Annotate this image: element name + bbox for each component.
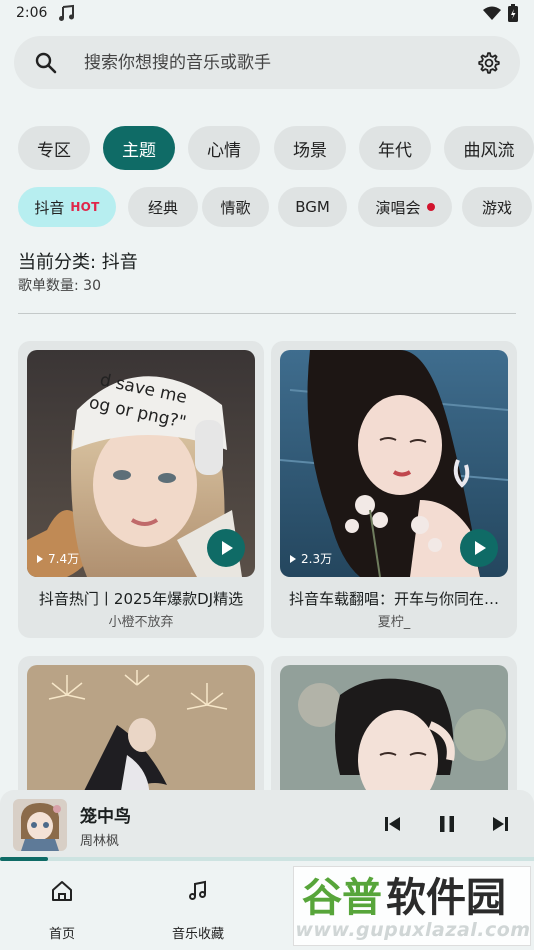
gear-icon[interactable] — [477, 51, 501, 75]
playlist-card[interactable]: d save me og or png?" 7.4万 抖音热门丨2025年爆款D… — [18, 341, 264, 638]
music-note-icon — [59, 4, 74, 21]
tag-label: BGM — [295, 198, 330, 216]
play-count: 7.4万 — [37, 550, 79, 567]
svg-text:软件园: 软件园 — [386, 875, 506, 919]
playlist-card[interactable]: 2.3万 抖音车载翻唱：开车与你同在… 夏柠_ — [271, 341, 517, 638]
previous-track-icon[interactable] — [382, 813, 404, 835]
play-button[interactable] — [207, 529, 245, 567]
wifi-icon — [483, 6, 501, 20]
category-tabs: 专区 主题 心情 场景 年代 曲风流 — [18, 126, 534, 170]
now-playing-title: 笼中鸟 — [80, 807, 131, 827]
home-icon — [52, 881, 72, 901]
status-time: 2:06 — [16, 5, 48, 21]
mini-player[interactable]: 笼中鸟 周林枫 — [0, 790, 534, 858]
tag-chip-games[interactable]: 游戏 — [462, 187, 532, 227]
svg-text:谷普: 谷普 — [302, 875, 382, 919]
watermark-logo: 谷普 软件园 — [302, 875, 506, 919]
tag-chips: 抖音 HOT 经典 情歌 BGM 演唱会 游戏 — [18, 187, 534, 227]
nav-label: 首页 — [48, 927, 75, 942]
now-playing-artist: 周林枫 — [80, 834, 120, 849]
category-tab-scene[interactable]: 场景 — [274, 126, 346, 170]
play-count-value: 2.3万 — [301, 552, 333, 566]
tag-chip-douyin[interactable]: 抖音 HOT — [18, 187, 116, 227]
play-icon — [222, 541, 233, 555]
hot-badge: HOT — [70, 200, 100, 214]
battery-icon — [508, 4, 518, 22]
tag-chip-love-songs[interactable]: 情歌 — [202, 187, 269, 227]
search-bar[interactable] — [14, 36, 520, 89]
playlist-title: 抖音车载翻唱：开车与你同在… — [288, 590, 499, 608]
search-input[interactable] — [84, 50, 464, 76]
watermark-url: www.gupuxlazal.com — [295, 919, 531, 941]
tag-label: 演唱会 — [375, 198, 421, 217]
tag-label: 情歌 — [220, 198, 251, 217]
watermark: 谷普 软件园 www.gupuxlazal.com — [293, 866, 531, 946]
search-icon[interactable] — [34, 51, 58, 75]
nav-label: 音乐收藏 — [171, 927, 224, 942]
playlist-author: 夏柠_ — [377, 615, 411, 630]
pause-icon[interactable] — [436, 813, 458, 835]
new-dot-indicator — [426, 203, 435, 211]
nav-item-home[interactable]: 首页 — [2, 861, 122, 950]
now-playing-cover[interactable] — [13, 799, 67, 851]
category-tab-mood[interactable]: 心情 — [188, 126, 260, 170]
divider — [18, 313, 516, 314]
playlist-author: 小橙不放弃 — [108, 615, 174, 630]
nav-item-music-library[interactable]: 音乐收藏 — [138, 861, 258, 950]
category-tab-theme[interactable]: 主题 — [103, 126, 175, 170]
playlist-cover-image[interactable]: 2.3万 — [280, 350, 508, 577]
tag-label: 经典 — [147, 198, 178, 217]
tag-label: 游戏 — [481, 198, 512, 217]
play-count: 2.3万 — [290, 550, 332, 567]
music-library-icon — [189, 880, 206, 900]
category-tab-zone[interactable]: 专区 — [18, 126, 90, 170]
tag-chip-concert[interactable]: 演唱会 — [358, 187, 452, 227]
tag-label: 抖音 — [34, 198, 65, 217]
play-button[interactable] — [460, 529, 498, 567]
play-icon — [475, 541, 486, 555]
playlist-count-label: 歌单数量: 30 — [18, 278, 101, 294]
play-count-value: 7.4万 — [48, 552, 80, 566]
play-count-icon — [37, 554, 43, 563]
status-bar: 2:06 — [0, 0, 534, 28]
playlist-cover-image[interactable]: d save me og or png?" 7.4万 — [27, 350, 255, 577]
next-track-icon[interactable] — [489, 813, 511, 835]
tag-chip-classic[interactable]: 经典 — [128, 187, 198, 227]
category-tab-era[interactable]: 年代 — [359, 126, 431, 170]
playlist-title: 抖音热门丨2025年爆款DJ精选 — [38, 590, 244, 608]
tag-chip-bgm[interactable]: BGM — [278, 187, 347, 227]
play-count-icon — [290, 554, 296, 563]
category-tab-genre[interactable]: 曲风流 — [444, 126, 534, 170]
current-category-label: 当前分类: 抖音 — [18, 252, 138, 273]
